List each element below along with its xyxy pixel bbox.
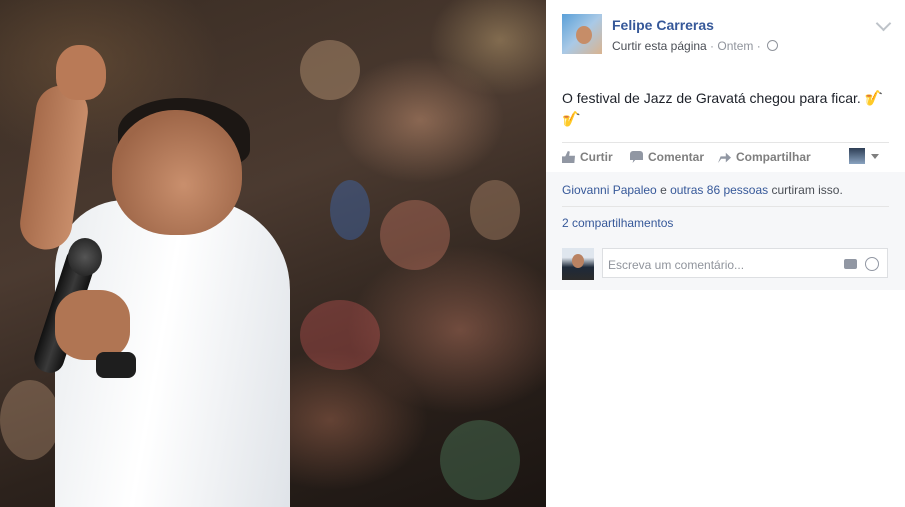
author-name[interactable]: Felipe Carreras: [612, 17, 714, 33]
others-link[interactable]: outras 86 pessoas: [670, 183, 768, 197]
share-label: Compartilhar: [736, 150, 811, 164]
like-icon: [562, 151, 575, 163]
divider: [562, 206, 889, 207]
likes-summary: Giovanni Papaleo e outras 86 pessoas cur…: [562, 183, 843, 197]
comment-input[interactable]: Escreva um comentário...: [602, 248, 888, 278]
meta-separator: ·: [706, 39, 718, 53]
comment-icon: [630, 151, 643, 163]
post-meta: Curtir esta página · Ontem ·: [612, 39, 779, 53]
comment-placeholder: Escreva um comentário...: [608, 258, 745, 272]
action-bar: Curtir Comentar Compartilhar: [562, 148, 889, 170]
meta-separator: ·: [753, 39, 765, 53]
divider: [562, 142, 889, 143]
post-text: O festival de Jazz de Gravatá chegou par…: [562, 88, 892, 130]
post-time[interactable]: Ontem: [717, 39, 753, 53]
liker-name[interactable]: Giovanni Papaleo: [562, 183, 657, 197]
like-label: Curtir: [580, 150, 613, 164]
globe-icon: [767, 40, 779, 51]
emoji-icon[interactable]: [865, 257, 879, 271]
commenter-avatar[interactable]: [562, 248, 594, 280]
saxophone-emoji: 🎷: [562, 111, 581, 128]
likes-suffix: curtiram isso.: [768, 183, 843, 197]
shares-count[interactable]: 2 compartilhamentos: [562, 216, 673, 230]
camera-icon[interactable]: [844, 259, 857, 269]
share-icon: [718, 152, 731, 163]
like-page-link[interactable]: Curtir esta página: [612, 39, 707, 53]
like-button[interactable]: Curtir: [562, 150, 613, 164]
comment-label: Comentar: [648, 150, 705, 164]
post-panel: Felipe Carreras Curtir esta página · Ont…: [546, 0, 905, 507]
share-button[interactable]: Compartilhar: [718, 150, 811, 164]
chevron-down-icon[interactable]: [875, 15, 892, 32]
page-avatar[interactable]: [562, 14, 602, 54]
post-body: O festival de Jazz de Gravatá chegou par…: [562, 90, 861, 106]
post-header: Felipe Carreras Curtir esta página · Ont…: [562, 14, 892, 56]
post-photo[interactable]: [0, 0, 546, 507]
comment-button[interactable]: Comentar: [630, 150, 704, 164]
likes-joiner: e: [656, 183, 671, 197]
saxophone-emoji: 🎷: [864, 90, 884, 107]
chevron-down-icon[interactable]: [871, 154, 879, 159]
viewer-avatar[interactable]: [849, 148, 865, 164]
